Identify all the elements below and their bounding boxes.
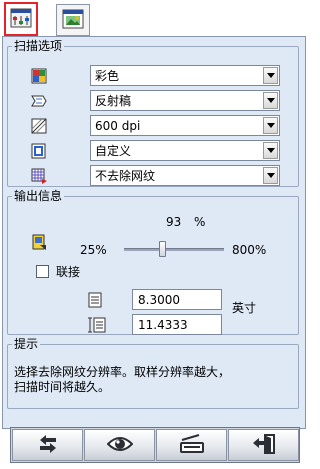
unit-label: 英寸 [232, 301, 257, 315]
scale-slider-track[interactable] [124, 248, 224, 251]
swap-button[interactable] [12, 429, 83, 461]
document-size-row: 自定义 [8, 140, 298, 162]
chevron-down-icon[interactable] [263, 92, 278, 109]
color-mode-icon [30, 67, 48, 85]
tab-image-preview[interactable] [56, 4, 90, 36]
settings-panel: 扫描选项 彩色 反射稿 600 dpi 自定义 不去除网纹 输出信息 93 % … [2, 36, 306, 429]
height-icon [88, 317, 106, 335]
link-checkbox[interactable] [36, 265, 49, 278]
preview-eye-icon [106, 435, 133, 456]
output-image-icon [30, 233, 48, 251]
height-input[interactable]: 11.4333 [132, 314, 222, 335]
descreen-select[interactable]: 不去除网纹 [90, 165, 280, 186]
resolution-row: 600 dpi [8, 115, 298, 137]
settings-sliders-icon [10, 7, 32, 32]
color-mode-select[interactable]: 彩色 [90, 65, 280, 86]
document-type-row: 反射稿 [8, 90, 298, 112]
scale-percent-sign: % [194, 215, 206, 229]
output-info-title: 输出信息 [14, 189, 63, 203]
swap-arrows-icon [36, 434, 60, 457]
slider-max-label: 800% [232, 243, 267, 257]
document-type-select[interactable]: 反射稿 [90, 90, 280, 111]
scan-options-title: 扫描选项 [14, 39, 63, 53]
slider-min-label: 25% [80, 243, 107, 257]
chevron-down-icon[interactable] [263, 167, 278, 184]
link-label: 联接 [56, 265, 81, 279]
document-size-icon [30, 142, 48, 160]
document-type-value: 反射稿 [95, 94, 132, 108]
width-icon [88, 292, 106, 310]
tab-scan-settings[interactable] [4, 2, 38, 36]
hint-group: 提示 选择去除网纹分辨率。取样分辨率越大， 扫描时间将越久。 [7, 337, 299, 409]
scan-button[interactable] [156, 429, 227, 461]
scan-options-group: 扫描选项 彩色 反射稿 600 dpi 自定义 不去除网纹 [7, 39, 299, 187]
bottom-toolbar [10, 427, 300, 463]
descreen-row: 不去除网纹 [8, 165, 298, 187]
resolution-select[interactable]: 600 dpi [90, 115, 280, 136]
resolution-value: 600 dpi [95, 119, 141, 133]
preview-button[interactable] [84, 429, 155, 461]
color-mode-value: 彩色 [95, 69, 120, 83]
height-value: 11.4333 [138, 318, 188, 332]
document-size-value: 自定义 [95, 144, 132, 158]
document-size-select[interactable]: 自定义 [90, 140, 280, 161]
exit-door-icon [252, 433, 276, 458]
scale-slider-thumb[interactable] [159, 241, 167, 257]
resolution-icon [30, 117, 48, 135]
scale-percent-value: 93 [166, 215, 182, 229]
chevron-down-icon[interactable] [263, 117, 278, 134]
descreen-value: 不去除网纹 [95, 169, 156, 183]
descreen-icon [30, 167, 48, 185]
scan-icon [179, 433, 205, 457]
document-type-icon [30, 92, 48, 110]
hint-title: 提示 [14, 337, 39, 351]
chevron-down-icon[interactable] [263, 142, 278, 159]
width-value: 8.3000 [138, 293, 180, 307]
chevron-down-icon[interactable] [263, 67, 278, 84]
width-input[interactable]: 8.3000 [132, 289, 222, 310]
output-info-group: 输出信息 93 % 25% 800% 联接 8.3000 英寸 11.4333 [7, 189, 299, 335]
exit-button[interactable] [228, 429, 299, 461]
tab-strip [0, 0, 311, 38]
hint-text: 选择去除网纹分辨率。取样分辨率越大， 扫描时间将越久。 [14, 365, 231, 394]
color-mode-row: 彩色 [8, 65, 298, 87]
image-preview-icon [62, 8, 84, 33]
